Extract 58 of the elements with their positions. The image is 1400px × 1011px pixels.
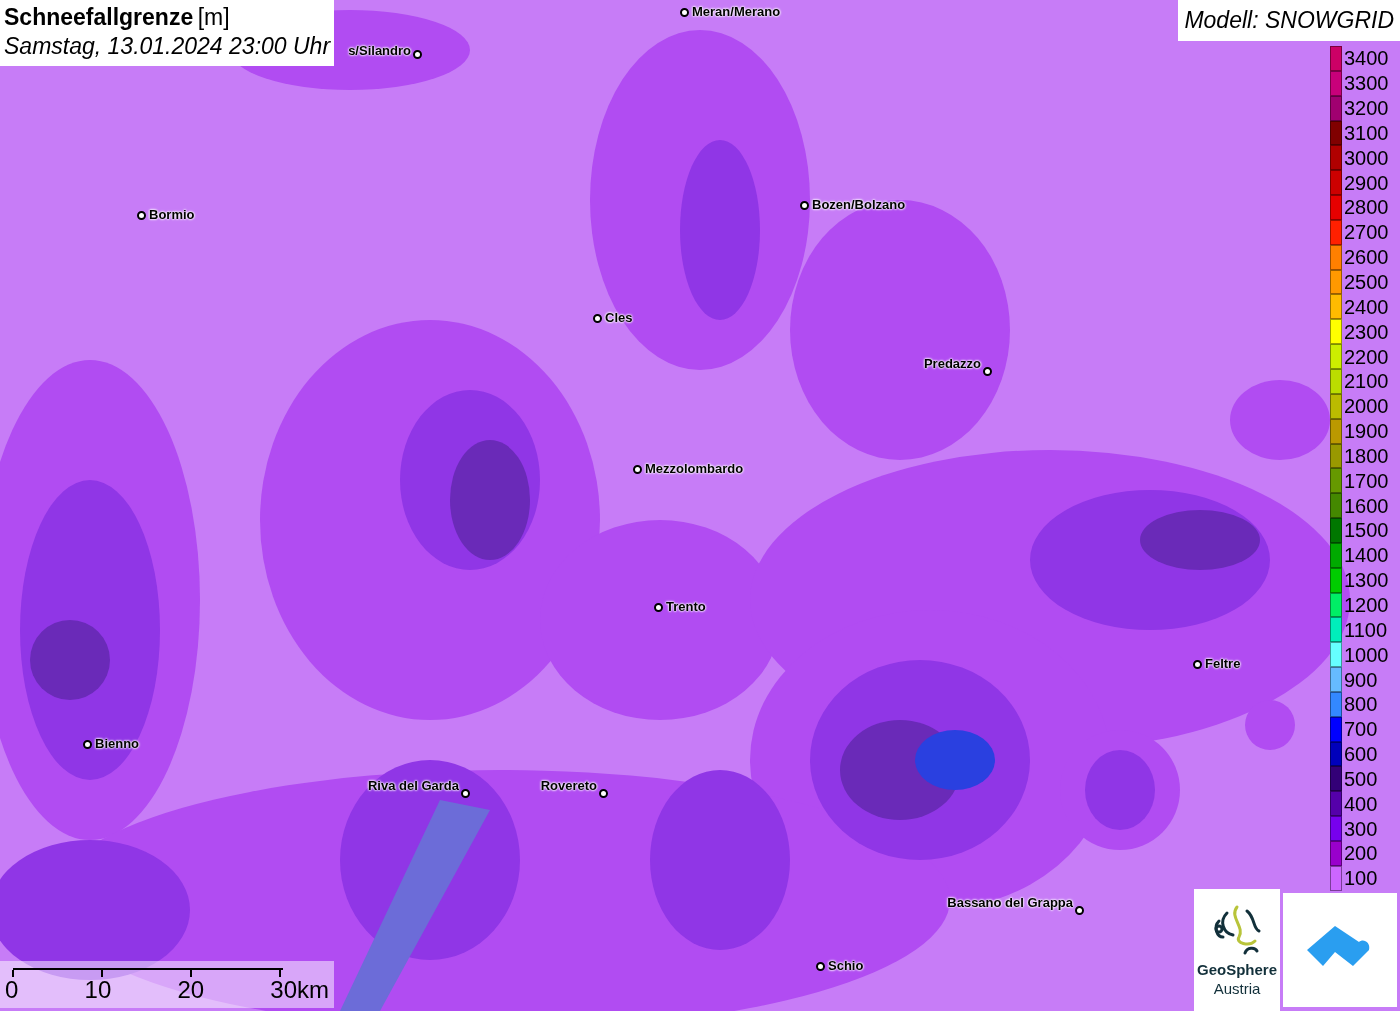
model-label: Modell: SNOWGRID xyxy=(1178,0,1400,41)
legend-label: 1000 xyxy=(1344,644,1389,665)
legend-label: 900 xyxy=(1344,669,1378,690)
city-label: Bassano del Grappa xyxy=(947,896,1073,909)
city-label: Bienno xyxy=(95,737,140,750)
city-label: Cles xyxy=(605,311,633,324)
scale-label: 0 xyxy=(5,978,19,1002)
scale-label: 10 xyxy=(84,978,112,1002)
legend-label: 1600 xyxy=(1344,495,1389,516)
legend-label: 3000 xyxy=(1344,147,1389,168)
legend-label: 400 xyxy=(1344,793,1378,814)
legend-label: 2300 xyxy=(1344,321,1389,342)
logo-name: GeoSphere xyxy=(1197,961,1277,980)
city-label: Bormio xyxy=(149,208,195,221)
legend-label: 700 xyxy=(1344,719,1378,740)
legend-label: 1900 xyxy=(1344,421,1389,442)
legend-label: 2900 xyxy=(1344,172,1389,193)
legend-label: 1700 xyxy=(1344,470,1389,491)
legend-label: 2200 xyxy=(1344,346,1389,367)
legend-label: 500 xyxy=(1344,768,1378,789)
legend-label: 3400 xyxy=(1344,48,1389,69)
legend-label: 3300 xyxy=(1344,73,1389,94)
city-label: Riva del Garda xyxy=(367,779,459,792)
legend-label: 1800 xyxy=(1344,445,1389,466)
city-label: Predazzo xyxy=(923,357,981,370)
legend-label: 2600 xyxy=(1344,247,1389,268)
legend-label: 800 xyxy=(1344,694,1378,715)
legend-label: 300 xyxy=(1344,818,1378,839)
city-label: Schio xyxy=(828,959,864,972)
city-label: Bozen/Bolzano xyxy=(812,198,906,211)
city-label: Feltre xyxy=(1205,657,1241,670)
scale-label: 30km xyxy=(270,978,329,1002)
city-label: Meran/Merano xyxy=(692,5,781,18)
map-title: Schneefallgrenze xyxy=(4,4,194,30)
city-label: Mezzolombardo xyxy=(645,462,744,475)
legend-label: 1400 xyxy=(1344,545,1389,566)
scale-label: 20 xyxy=(177,978,205,1002)
date-time-label: Samstag, 13.01.2024 23:00 Uhr xyxy=(4,31,331,61)
legend-label: 2500 xyxy=(1344,272,1389,292)
legend-label: 3200 xyxy=(1344,98,1389,119)
legend-label: 3100 xyxy=(1344,122,1389,143)
legend-label: 1500 xyxy=(1344,520,1389,541)
city-label: Rovereto xyxy=(540,779,597,792)
legend-label: 2800 xyxy=(1344,197,1389,218)
city-label: s/Silandro xyxy=(348,44,411,57)
legend-label: 100 xyxy=(1344,868,1378,889)
legend-label: 600 xyxy=(1344,744,1378,765)
legend-label: 2400 xyxy=(1344,296,1389,317)
city-label: Trento xyxy=(666,600,706,613)
legend-label: 1100 xyxy=(1344,619,1387,640)
legend-label: 2700 xyxy=(1344,222,1389,243)
legend-label: 1200 xyxy=(1344,595,1389,615)
legend-label: 2100 xyxy=(1344,371,1389,392)
legend-label: 2000 xyxy=(1344,396,1389,417)
legend-label: 200 xyxy=(1344,843,1378,864)
unit-label: [m] xyxy=(197,4,230,30)
legend-label: 1300 xyxy=(1344,570,1389,591)
logo-subtitle: Austria xyxy=(1213,979,1261,999)
